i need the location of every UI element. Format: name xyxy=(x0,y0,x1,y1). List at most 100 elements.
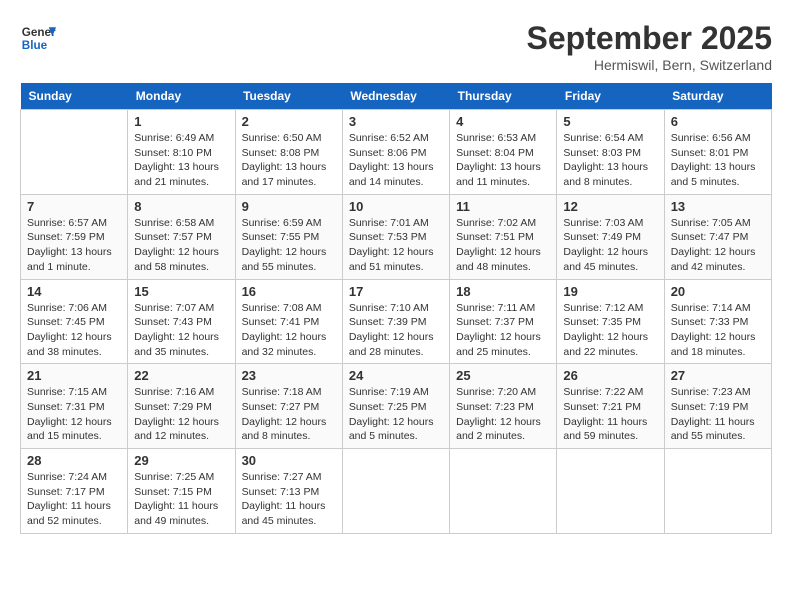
calendar-cell: 18 Sunrise: 7:11 AMSunset: 7:37 PMDayligh… xyxy=(450,279,557,364)
calendar-cell: 1 Sunrise: 6:49 AMSunset: 8:10 PMDaylight… xyxy=(128,110,235,195)
day-info: Sunrise: 7:14 AMSunset: 7:33 PMDaylight:… xyxy=(671,301,765,360)
day-info: Sunrise: 7:16 AMSunset: 7:29 PMDaylight:… xyxy=(134,385,228,444)
day-number: 2 xyxy=(242,114,336,129)
day-number: 28 xyxy=(27,453,121,468)
day-number: 16 xyxy=(242,284,336,299)
calendar-cell xyxy=(450,449,557,534)
day-info: Sunrise: 6:58 AMSunset: 7:57 PMDaylight:… xyxy=(134,216,228,275)
day-number: 13 xyxy=(671,199,765,214)
day-info: Sunrise: 6:59 AMSunset: 7:55 PMDaylight:… xyxy=(242,216,336,275)
calendar-cell: 6 Sunrise: 6:56 AMSunset: 8:01 PMDaylight… xyxy=(664,110,771,195)
day-number: 18 xyxy=(456,284,550,299)
day-number: 17 xyxy=(349,284,443,299)
day-number: 22 xyxy=(134,368,228,383)
day-number: 10 xyxy=(349,199,443,214)
day-info: Sunrise: 7:11 AMSunset: 7:37 PMDaylight:… xyxy=(456,301,550,360)
day-info: Sunrise: 7:27 AMSunset: 7:13 PMDaylight:… xyxy=(242,470,336,529)
calendar-cell: 25 Sunrise: 7:20 AMSunset: 7:23 PMDayligh… xyxy=(450,364,557,449)
calendar-cell: 14 Sunrise: 7:06 AMSunset: 7:45 PMDayligh… xyxy=(21,279,128,364)
day-info: Sunrise: 7:24 AMSunset: 7:17 PMDaylight:… xyxy=(27,470,121,529)
day-number: 20 xyxy=(671,284,765,299)
day-info: Sunrise: 7:25 AMSunset: 7:15 PMDaylight:… xyxy=(134,470,228,529)
day-info: Sunrise: 7:15 AMSunset: 7:31 PMDaylight:… xyxy=(27,385,121,444)
calendar-cell: 19Sunrise: 7:12 AMSunset: 7:35 PMDayligh… xyxy=(557,279,664,364)
day-info: Sunrise: 6:52 AMSunset: 8:06 PMDaylight:… xyxy=(349,131,443,190)
calendar-cell: 15 Sunrise: 7:07 AMSunset: 7:43 PMDayligh… xyxy=(128,279,235,364)
day-number: 29 xyxy=(134,453,228,468)
calendar-cell xyxy=(664,449,771,534)
day-info: Sunrise: 7:18 AMSunset: 7:27 PMDaylight:… xyxy=(242,385,336,444)
day-number: 11 xyxy=(456,199,550,214)
day-info: Sunrise: 6:53 AMSunset: 8:04 PMDaylight:… xyxy=(456,131,550,190)
day-number: 19 xyxy=(563,284,657,299)
day-info: Sunrise: 7:08 AMSunset: 7:41 PMDaylight:… xyxy=(242,301,336,360)
week-row-3: 14 Sunrise: 7:06 AMSunset: 7:45 PMDayligh… xyxy=(21,279,772,364)
calendar-cell: 28 Sunrise: 7:24 AMSunset: 7:17 PMDayligh… xyxy=(21,449,128,534)
day-info: Sunrise: 7:23 AMSunset: 7:19 PMDaylight:… xyxy=(671,385,765,444)
calendar-cell: 27 Sunrise: 7:23 AMSunset: 7:19 PMDayligh… xyxy=(664,364,771,449)
calendar-cell: 11 Sunrise: 7:02 AMSunset: 7:51 PMDayligh… xyxy=(450,194,557,279)
calendar-cell xyxy=(557,449,664,534)
col-header-saturday: Saturday xyxy=(664,83,771,110)
col-header-monday: Monday xyxy=(128,83,235,110)
calendar-cell: 7 Sunrise: 6:57 AMSunset: 7:59 PMDaylight… xyxy=(21,194,128,279)
day-info: Sunrise: 7:07 AMSunset: 7:43 PMDaylight:… xyxy=(134,301,228,360)
calendar-cell: 26 Sunrise: 7:22 AMSunset: 7:21 PMDayligh… xyxy=(557,364,664,449)
week-row-1: 1 Sunrise: 6:49 AMSunset: 8:10 PMDaylight… xyxy=(21,110,772,195)
calendar-cell: 24 Sunrise: 7:19 AMSunset: 7:25 PMDayligh… xyxy=(342,364,449,449)
day-number: 27 xyxy=(671,368,765,383)
day-number: 23 xyxy=(242,368,336,383)
day-number: 26 xyxy=(563,368,657,383)
day-number: 21 xyxy=(27,368,121,383)
title-block: September 2025 Hermiswil, Bern, Switzerl… xyxy=(527,20,772,73)
day-number: 6 xyxy=(671,114,765,129)
col-header-sunday: Sunday xyxy=(21,83,128,110)
day-number: 7 xyxy=(27,199,121,214)
day-number: 15 xyxy=(134,284,228,299)
week-row-5: 28 Sunrise: 7:24 AMSunset: 7:17 PMDayligh… xyxy=(21,449,772,534)
day-number: 4 xyxy=(456,114,550,129)
day-info: Sunrise: 7:02 AMSunset: 7:51 PMDaylight:… xyxy=(456,216,550,275)
calendar-cell xyxy=(21,110,128,195)
calendar-cell: 5 Sunrise: 6:54 AMSunset: 8:03 PMDaylight… xyxy=(557,110,664,195)
calendar-table: SundayMondayTuesdayWednesdayThursdayFrid… xyxy=(20,83,772,534)
calendar-cell: 12Sunrise: 7:03 AMSunset: 7:49 PMDayligh… xyxy=(557,194,664,279)
col-header-tuesday: Tuesday xyxy=(235,83,342,110)
day-info: Sunrise: 7:20 AMSunset: 7:23 PMDaylight:… xyxy=(456,385,550,444)
day-number: 12 xyxy=(563,199,657,214)
day-info: Sunrise: 7:22 AMSunset: 7:21 PMDaylight:… xyxy=(563,385,657,444)
week-row-4: 21 Sunrise: 7:15 AMSunset: 7:31 PMDayligh… xyxy=(21,364,772,449)
page-header: General Blue September 2025 Hermiswil, B… xyxy=(20,20,772,73)
day-number: 8 xyxy=(134,199,228,214)
svg-text:Blue: Blue xyxy=(22,39,48,52)
calendar-cell: 21 Sunrise: 7:15 AMSunset: 7:31 PMDayligh… xyxy=(21,364,128,449)
calendar-cell xyxy=(342,449,449,534)
day-info: Sunrise: 6:57 AMSunset: 7:59 PMDaylight:… xyxy=(27,216,121,275)
day-number: 5 xyxy=(563,114,657,129)
day-number: 14 xyxy=(27,284,121,299)
calendar-cell: 22 Sunrise: 7:16 AMSunset: 7:29 PMDayligh… xyxy=(128,364,235,449)
day-number: 3 xyxy=(349,114,443,129)
calendar-cell: 17 Sunrise: 7:10 AMSunset: 7:39 PMDayligh… xyxy=(342,279,449,364)
day-info: Sunrise: 7:19 AMSunset: 7:25 PMDaylight:… xyxy=(349,385,443,444)
day-number: 30 xyxy=(242,453,336,468)
calendar-cell: 4 Sunrise: 6:53 AMSunset: 8:04 PMDaylight… xyxy=(450,110,557,195)
calendar-cell: 3 Sunrise: 6:52 AMSunset: 8:06 PMDaylight… xyxy=(342,110,449,195)
day-number: 25 xyxy=(456,368,550,383)
col-header-friday: Friday xyxy=(557,83,664,110)
day-info: Sunrise: 6:56 AMSunset: 8:01 PMDaylight:… xyxy=(671,131,765,190)
day-info: Sunrise: 7:06 AMSunset: 7:45 PMDaylight:… xyxy=(27,301,121,360)
day-number: 1 xyxy=(134,114,228,129)
col-header-wednesday: Wednesday xyxy=(342,83,449,110)
calendar-cell: 20 Sunrise: 7:14 AMSunset: 7:33 PMDayligh… xyxy=(664,279,771,364)
calendar-cell: 9Sunrise: 6:59 AMSunset: 7:55 PMDaylight… xyxy=(235,194,342,279)
day-number: 24 xyxy=(349,368,443,383)
day-info: Sunrise: 6:49 AMSunset: 8:10 PMDaylight:… xyxy=(134,131,228,190)
month-title: September 2025 xyxy=(527,20,772,57)
header-row: SundayMondayTuesdayWednesdayThursdayFrid… xyxy=(21,83,772,110)
calendar-cell: 29 Sunrise: 7:25 AMSunset: 7:15 PMDayligh… xyxy=(128,449,235,534)
day-info: Sunrise: 7:10 AMSunset: 7:39 PMDaylight:… xyxy=(349,301,443,360)
calendar-cell: 2Sunrise: 6:50 AMSunset: 8:08 PMDaylight… xyxy=(235,110,342,195)
day-info: Sunrise: 6:54 AMSunset: 8:03 PMDaylight:… xyxy=(563,131,657,190)
day-info: Sunrise: 7:01 AMSunset: 7:53 PMDaylight:… xyxy=(349,216,443,275)
